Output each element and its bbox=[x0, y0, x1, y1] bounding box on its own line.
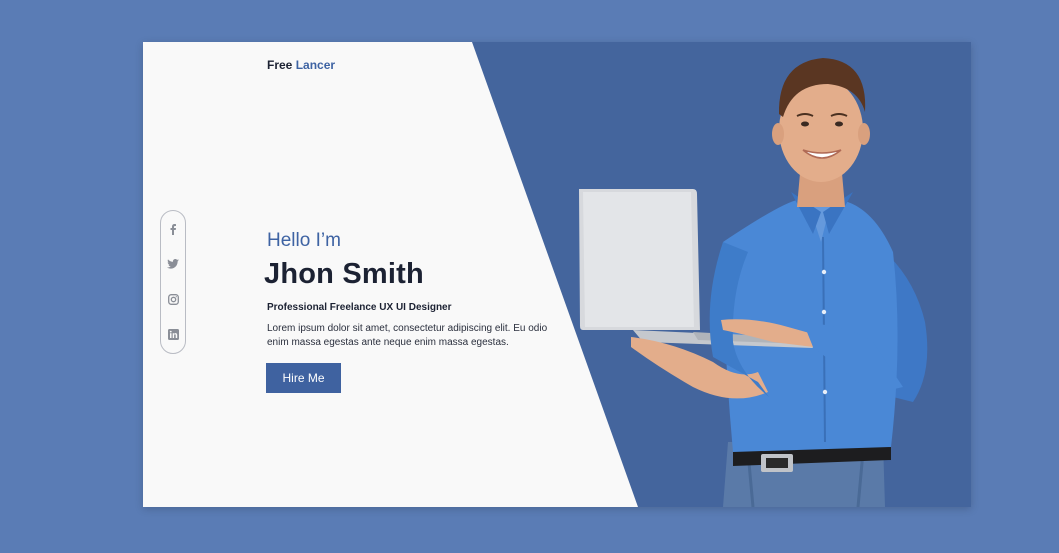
instagram-icon[interactable] bbox=[161, 291, 185, 307]
facebook-icon[interactable] bbox=[161, 221, 185, 237]
greeting: Hello I’m bbox=[267, 230, 341, 251]
hero-card: Free Lancer Hello I’m Jhon Smith Profess… bbox=[143, 42, 971, 507]
brand-logo[interactable]: Free Lancer bbox=[267, 58, 335, 72]
brand-logo-second: Lancer bbox=[295, 58, 336, 72]
linkedin-icon[interactable] bbox=[161, 326, 185, 342]
social-links bbox=[160, 210, 186, 354]
person-name: Jhon Smith bbox=[264, 258, 424, 290]
description-text: Lorem ipsum dolor sit amet, consectetur … bbox=[267, 323, 548, 348]
hero-person-image bbox=[579, 58, 928, 507]
role-title: Professional Freelance UX UI Designer bbox=[267, 302, 452, 313]
brand-logo-first: Free bbox=[267, 58, 293, 72]
hire-me-button[interactable]: Hire Me bbox=[266, 363, 341, 393]
twitter-icon[interactable] bbox=[161, 256, 185, 272]
